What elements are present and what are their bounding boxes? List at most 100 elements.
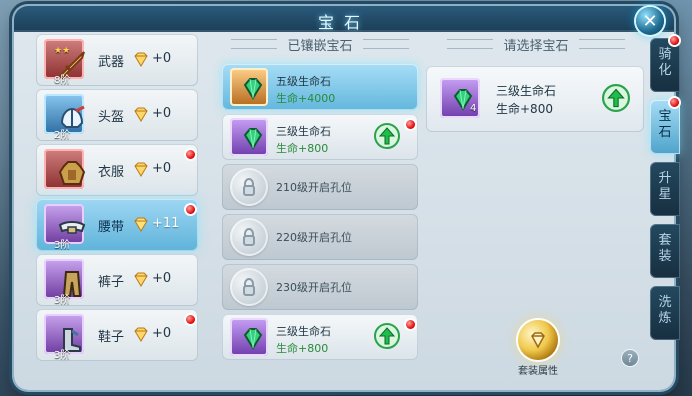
tab-label: 套装 (658, 233, 672, 264)
lock-thumbnail (230, 268, 268, 306)
equipment-slot-name: 武器 (98, 55, 125, 70)
tab-label: 洗炼 (658, 295, 672, 326)
alert-dot (186, 150, 195, 159)
gem-socket-4[interactable]: 220级开启孔位 (222, 214, 418, 260)
gem-socket-6[interactable]: 三级生命石 生命+800 (222, 314, 418, 360)
available-gem-effect: 生命+800 (496, 102, 553, 116)
close-button[interactable]: ✕ (636, 7, 664, 35)
inlaid-gems-header: 已镶嵌宝石 (222, 34, 418, 54)
gem-crest-icon (531, 332, 545, 349)
gem-diamond-icon (134, 272, 148, 287)
equipment-slot-shoes[interactable]: 3阶 鞋子 +0 (36, 309, 198, 361)
locked-socket-text: 230级开启孔位 (276, 281, 352, 294)
equipment-thumbnail (44, 149, 86, 189)
alert-dot (406, 320, 415, 329)
equipment-gem-bonus: +0 (152, 51, 172, 66)
select-gem-header: 请选择宝石 (426, 34, 646, 54)
gem-name: 三级生命石 (276, 125, 331, 138)
equipment-tier: 3阶 (54, 350, 71, 361)
header-ornament-right (578, 39, 625, 49)
equipment-slot-name: 腰带 (98, 220, 125, 235)
tab-label: 升星 (658, 171, 672, 202)
tab-label: 宝石 (658, 109, 672, 140)
window-title: 宝石 (317, 13, 370, 32)
alert-dot (186, 315, 195, 324)
equipment-slot-name: 头盔 (98, 110, 125, 125)
gem-socket-5[interactable]: 230级开启孔位 (222, 264, 418, 310)
inlaid-gems-panel: 已镶嵌宝石 五级生命石 生命+4000 三级生命石 生命+800 210级开启孔… (222, 34, 418, 374)
locked-socket-text: 220级开启孔位 (276, 231, 352, 244)
locked-socket-text: 210级开启孔位 (276, 181, 352, 194)
gem-diamond-icon (134, 327, 148, 342)
equipment-gem-bonus: +11 (152, 216, 180, 231)
gem-name: 三级生命石 (276, 325, 331, 338)
equipment-thumbnail: 2阶 (44, 94, 85, 141)
gem-thumbnail (230, 118, 268, 156)
available-gem-card[interactable]: 4 三级生命石 生命+800 (426, 66, 644, 132)
help-button[interactable]: ? (622, 350, 638, 366)
green-gem-icon (243, 78, 263, 100)
equipment-gem-bonus: +0 (152, 106, 172, 121)
select-gem-title: 请选择宝石 (503, 38, 569, 54)
tab-gems[interactable]: 宝石 (650, 98, 680, 154)
lock-icon (243, 278, 255, 296)
equipment-tier: 3阶 (54, 240, 71, 251)
upgrade-arrow-icon[interactable] (374, 123, 400, 149)
equipment-tier: 2阶 (54, 130, 71, 141)
equipment-tier: 8阶 (54, 75, 71, 86)
set-attributes-button[interactable] (518, 320, 558, 360)
gem-thumbnail (230, 318, 268, 356)
gem-quantity: 4 (470, 103, 477, 114)
header-ornament-left (231, 39, 278, 49)
equipment-gem-bonus: +0 (152, 326, 172, 341)
tab-star-upgrade[interactable]: 升星 (650, 162, 680, 216)
lock-thumbnail (230, 168, 268, 206)
equipment-list: ★★ 8阶 武器 +0 2阶 头盔 +0 衣服 +0 3阶 腰带 +11 3阶 … (36, 34, 202, 372)
gem-name: 五级生命石 (276, 75, 331, 88)
alert-dot (186, 205, 195, 214)
gem-diamond-icon (134, 162, 148, 177)
tab-set[interactable]: 套装 (650, 224, 680, 278)
gem-effect: 生命+4000 (276, 92, 336, 105)
gem-diamond-icon (134, 217, 148, 232)
lock-thumbnail (230, 218, 268, 256)
armor-icon (58, 161, 86, 185)
inlaid-gems-title: 已镶嵌宝石 (287, 38, 353, 54)
equipment-thumbnail: ★★ 8阶 (44, 39, 85, 86)
gem-effect: 生命+800 (276, 342, 329, 355)
gem-socket-1[interactable]: 五级生命石 生命+4000 (222, 64, 418, 110)
title-bar: 宝石 (14, 6, 674, 32)
available-gem-thumbnail: 4 (440, 78, 480, 118)
equipment-slot-armor[interactable]: 衣服 +0 (36, 144, 198, 196)
side-tabs: 骑化 宝石 升星 套装 洗炼 (650, 36, 692, 340)
equipment-slot-name: 衣服 (98, 165, 125, 180)
alert-dot (670, 36, 679, 45)
green-gem-icon (243, 328, 263, 350)
upgrade-arrow-icon[interactable] (602, 84, 630, 112)
lock-icon (243, 228, 255, 246)
gem-socket-2[interactable]: 三级生命石 生命+800 (222, 114, 418, 160)
gem-diamond-icon (134, 107, 148, 122)
header-ornament-left (447, 39, 494, 49)
select-gem-panel: 请选择宝石 4 三级生命石 生命+800 套装属性 ? (426, 34, 646, 377)
equipment-slot-name: 裤子 (98, 275, 125, 290)
equipment-tier: 3阶 (54, 295, 71, 306)
equipment-gem-bonus: +0 (152, 271, 172, 286)
tab-refine[interactable]: 骑化 (650, 36, 680, 92)
tab-wash[interactable]: 洗炼 (650, 286, 680, 340)
header-ornament-right (362, 39, 409, 49)
gem-thumbnail (230, 68, 268, 106)
upgrade-arrow-icon[interactable] (374, 323, 400, 349)
equipment-slot-belt[interactable]: 3阶 腰带 +11 (36, 199, 198, 251)
set-attributes-label: 套装属性 (518, 366, 558, 377)
gem-effect: 生命+800 (276, 142, 329, 155)
equipment-thumbnail: 3阶 (44, 259, 84, 306)
equipment-slot-weapon[interactable]: ★★ 8阶 武器 +0 (36, 34, 198, 86)
equipment-thumbnail: 3阶 (44, 314, 84, 361)
equipment-thumbnail: 3阶 (44, 204, 86, 251)
green-gem-icon (243, 128, 263, 150)
gem-socket-3[interactable]: 210级开启孔位 (222, 164, 418, 210)
equipment-slot-helmet[interactable]: 2阶 头盔 +0 (36, 89, 198, 141)
equipment-slot-pants[interactable]: 3阶 裤子 +0 (36, 254, 198, 306)
equipment-stars: ★★ (54, 46, 71, 56)
